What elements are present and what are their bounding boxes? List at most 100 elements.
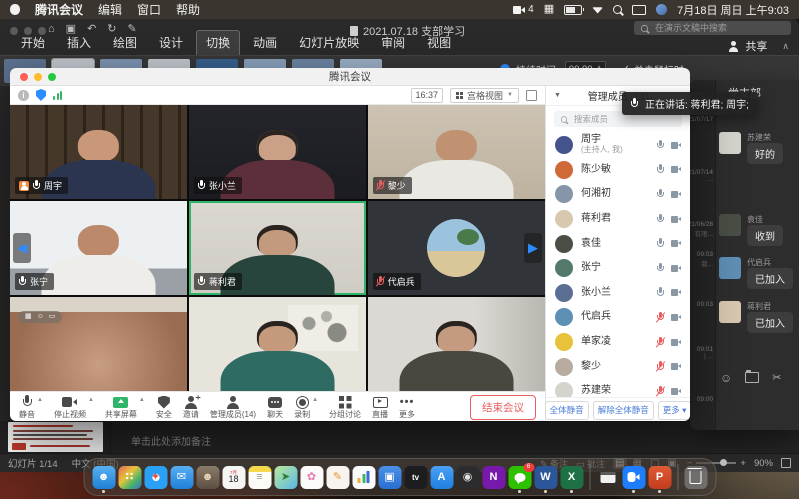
ribbon-tab[interactable]: 插入 — [58, 31, 100, 55]
member-row[interactable]: 张宁 — [546, 256, 690, 281]
chat-list-timestamp[interactable]: 09:01| ... — [697, 346, 713, 360]
ribbon-tab[interactable]: 设计 — [150, 31, 192, 55]
video-tile-jianglijun-speaking[interactable]: 蒋利君 — [189, 201, 366, 295]
chat-list-timestamp[interactable]: 09:03 — [697, 301, 713, 308]
member-camera-icon[interactable] — [671, 191, 681, 198]
menu-arrow-icon[interactable]: ▲ — [312, 397, 318, 403]
member-camera-icon[interactable] — [671, 216, 681, 223]
file-icon[interactable] — [745, 372, 759, 383]
member-row[interactable]: 何湘初 — [546, 182, 690, 207]
member-camera-icon[interactable] — [671, 240, 681, 247]
ribbon-tab[interactable]: 开始 — [12, 31, 54, 55]
menu-item[interactable]: 窗口 — [137, 3, 161, 17]
toolbar-invite-button[interactable]: +邀请 — [183, 395, 199, 419]
avatar[interactable] — [719, 214, 741, 236]
ribbon-tab[interactable]: 切换 — [196, 30, 240, 55]
member-row[interactable]: 周宇(主持人, 我) — [546, 133, 690, 158]
security-shield-icon[interactable] — [36, 89, 46, 101]
member-mic-icon[interactable] — [657, 337, 664, 348]
apple-menu-icon[interactable] — [10, 4, 20, 15]
ppt-search-box[interactable] — [634, 21, 791, 35]
member-camera-icon[interactable] — [671, 339, 681, 346]
menu-arrow-icon[interactable]: ▲ — [139, 397, 145, 403]
control-center-icon[interactable] — [656, 4, 667, 15]
video-tile-closeup-face[interactable]: ▦☺▭ — [10, 297, 187, 391]
member-row[interactable]: 张小兰 — [546, 281, 690, 306]
avatar[interactable] — [719, 132, 741, 154]
ribbon-tab[interactable]: 动画 — [244, 31, 286, 55]
chat-list-timestamp[interactable]: 21/07/17 — [688, 116, 713, 123]
member-camera-icon[interactable] — [671, 265, 681, 272]
member-row[interactable]: 黎少 — [546, 354, 690, 379]
ribbon-tab[interactable]: 审阅 — [372, 31, 414, 55]
panel-footer-button[interactable]: 全体静音 — [545, 401, 589, 420]
dock-trash-icon[interactable] — [684, 466, 707, 489]
video-tile-teal-shirt[interactable] — [189, 297, 366, 391]
menu-item[interactable]: 编辑 — [98, 3, 122, 17]
member-camera-icon[interactable] — [671, 388, 681, 395]
member-mic-icon[interactable] — [657, 312, 664, 323]
menu-item[interactable]: 帮助 — [176, 3, 200, 17]
wifi-icon[interactable] — [592, 6, 603, 14]
member-mic-icon[interactable] — [657, 189, 664, 200]
collapse-triangle-icon[interactable]: ▼ — [554, 92, 561, 99]
toolbar-shield-button[interactable]: 安全 — [156, 395, 172, 419]
dock-word-icon[interactable]: W — [534, 466, 557, 489]
chat-list-timestamp[interactable]: 21/06/28有限... — [688, 221, 713, 238]
zoom-button[interactable] — [48, 73, 56, 81]
member-mic-icon[interactable] — [657, 287, 664, 298]
member-camera-icon[interactable] — [671, 166, 681, 173]
battery-icon[interactable] — [564, 5, 582, 15]
menu-arrow-icon[interactable]: ▲ — [37, 397, 43, 403]
meeting-camera-status[interactable]: 4 — [513, 4, 534, 15]
emoji-icon[interactable]: ☺ — [720, 372, 732, 384]
toolbar-screen-share-button[interactable]: 共享屏幕▲ — [105, 395, 145, 419]
toolbar-camera-button[interactable]: 停止视频▲ — [54, 395, 94, 419]
dock-tencent-meeting-icon[interactable] — [622, 466, 645, 489]
dock-safari-icon[interactable]: ✦ — [144, 466, 167, 489]
dock-numbers-icon[interactable] — [352, 466, 375, 489]
zoom-level[interactable]: 90% — [754, 458, 773, 469]
member-mic-icon[interactable] — [657, 263, 664, 274]
menu-bar-clock[interactable]: 7月18日 周日 上午9:03 — [677, 2, 789, 18]
meeting-info-icon[interactable]: i — [18, 90, 29, 101]
dock-notes-icon[interactable]: ≡ — [248, 466, 271, 489]
member-row[interactable]: 苏建荣 — [546, 379, 690, 397]
end-meeting-button[interactable]: 结束会议 — [470, 395, 536, 420]
toolbar-more-button[interactable]: •••更多 — [399, 395, 415, 419]
slide-1-thumbnail[interactable] — [8, 422, 103, 452]
toolbar-members-button[interactable]: 管理成员(14) — [210, 395, 256, 419]
video-tile-daiqibing[interactable]: 代启兵 — [368, 201, 545, 295]
member-mic-icon[interactable] — [657, 140, 664, 151]
dock-calendar-icon[interactable]: 7月18 — [222, 466, 245, 489]
dock-keynote-icon[interactable]: ▣ — [378, 466, 401, 489]
member-camera-icon[interactable] — [671, 314, 681, 321]
member-mic-icon[interactable] — [657, 386, 664, 397]
toolbar-mic-button[interactable]: 静音▲ — [19, 395, 43, 419]
member-row[interactable]: 陈少敏 — [546, 158, 690, 183]
member-mic-icon[interactable] — [657, 361, 664, 372]
close-button[interactable] — [20, 73, 28, 81]
member-row[interactable]: 蒋利君 — [546, 207, 690, 232]
display-icon[interactable] — [632, 5, 646, 15]
zoom-knob[interactable] — [720, 459, 727, 466]
wechat-chat-list-edge[interactable]: 21/07/17 21/07/14... 21/06/28有限... 09:03我..… — [690, 80, 716, 430]
menu-item[interactable]: 腾讯会议 — [35, 3, 83, 17]
chat-list-timestamp[interactable]: 09:00 — [697, 396, 713, 403]
dock-pages-icon[interactable]: ✎ — [326, 466, 349, 489]
next-page-arrow[interactable]: ▶ — [524, 233, 542, 263]
chat-list-timestamp[interactable]: 21/07/14... — [688, 169, 713, 183]
dock-screen-recorder-icon[interactable]: ◉ — [456, 466, 479, 489]
dock-onenote-icon[interactable]: N — [482, 466, 505, 489]
ppt-search-input[interactable] — [653, 22, 767, 34]
panel-footer-button[interactable]: 解除全体静音 — [593, 401, 654, 420]
chat-list-timestamp[interactable]: 09:03我... — [697, 251, 713, 268]
toolbar-breakout-button[interactable]: 分组讨论 — [329, 395, 361, 419]
dock-contacts-icon[interactable]: ☻ — [196, 466, 219, 489]
minimize-button[interactable] — [34, 73, 42, 81]
ribbon-tab[interactable]: 幻灯片放映 — [290, 31, 368, 55]
dock-photos-icon[interactable]: ✿ — [300, 466, 323, 489]
dock-excel-icon[interactable]: X — [560, 466, 583, 489]
toolbar-record-button[interactable]: 录制▲ — [294, 395, 318, 419]
video-tile-zhangning[interactable]: 张宁 — [10, 201, 187, 295]
